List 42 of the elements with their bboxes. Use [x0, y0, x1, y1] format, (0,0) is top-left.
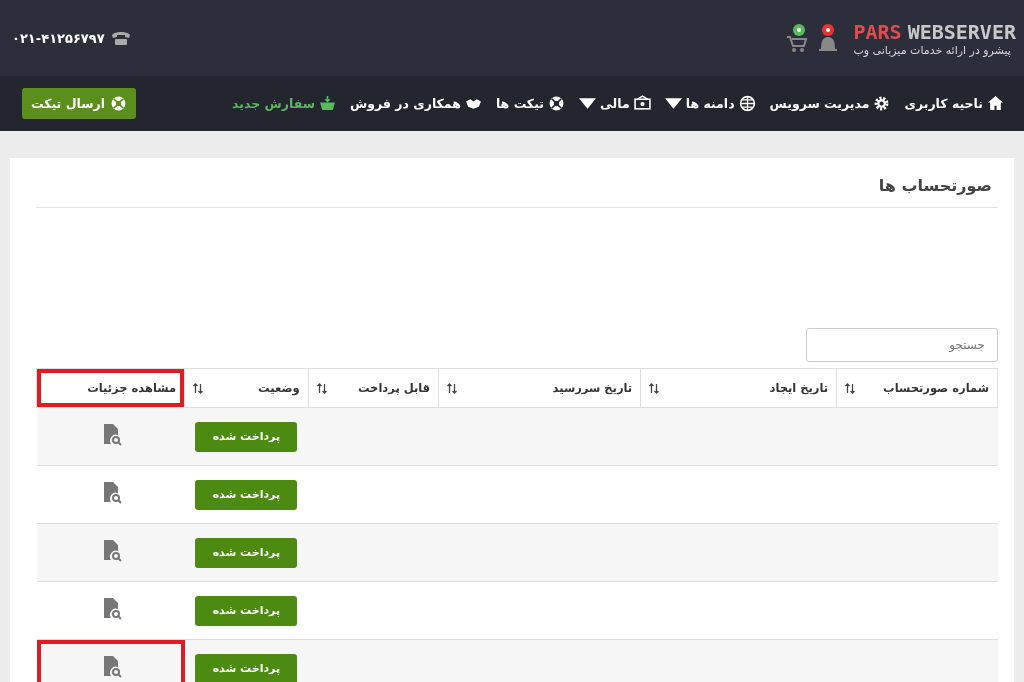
column-header[interactable]: تاریخ سررسید [438, 368, 641, 408]
status-button[interactable]: پرداخت شده [195, 653, 298, 682]
nav-item[interactable]: ناحیه کاربری [904, 95, 1004, 112]
column-header[interactable]: تاریخ ایجاد [640, 368, 837, 408]
sort-icon [447, 382, 458, 394]
nav-item[interactable]: مدیریت سرویس [769, 95, 891, 112]
search-field[interactable]: جستجو [806, 328, 998, 362]
column-header[interactable]: قابل پرداخت [308, 368, 439, 408]
send-ticket-button[interactable]: ارسال تیکت [22, 88, 136, 119]
gear-icon [873, 95, 891, 112]
phone-number: ۰۲۱-۴۱۲۵۶۷۹۷ [12, 30, 105, 46]
caret-icon [578, 95, 596, 112]
sort-icon [316, 382, 327, 394]
nav-item[interactable]: سفارش جدید [232, 95, 336, 112]
status-button[interactable]: پرداخت شده [195, 479, 298, 510]
cart-icon[interactable] [785, 23, 810, 53]
column-header[interactable]: وضعیت [184, 368, 309, 408]
logo-word: WEBSERVER [907, 19, 1016, 44]
lifebuoy-icon [109, 95, 127, 112]
sort-icon [193, 382, 204, 394]
lifebuoy-icon [547, 95, 565, 112]
globe-icon [738, 95, 756, 112]
status-button[interactable]: پرداخت شده [195, 595, 298, 626]
home-icon [987, 95, 1004, 112]
basket-icon [318, 95, 336, 112]
caret-icon [664, 95, 682, 112]
nav-item[interactable]: مالی [578, 95, 651, 112]
logo-tagline: پیشرو در ارائه خدمات میزبانی وب [853, 43, 1011, 57]
status-button[interactable]: پرداخت شده [195, 537, 298, 568]
column-header[interactable]: شماره صورتحساب [836, 368, 998, 408]
sort-icon [845, 382, 856, 394]
nav-item[interactable]: دامنه ها [664, 95, 756, 112]
nav-item[interactable]: همکاری در فروش [349, 95, 482, 112]
telephone-icon [110, 30, 131, 46]
sort-icon [649, 382, 660, 394]
notification-bell-icon[interactable] [817, 23, 840, 53]
panel-title: صورتحساب ها [36, 172, 998, 208]
money-icon [633, 95, 651, 112]
column-header: مشاهده جزئیات [36, 368, 185, 408]
nav-item[interactable]: تیکت ها [495, 95, 565, 112]
status-button[interactable]: پرداخت شده [195, 421, 298, 452]
logo-word: PARS [853, 19, 902, 44]
